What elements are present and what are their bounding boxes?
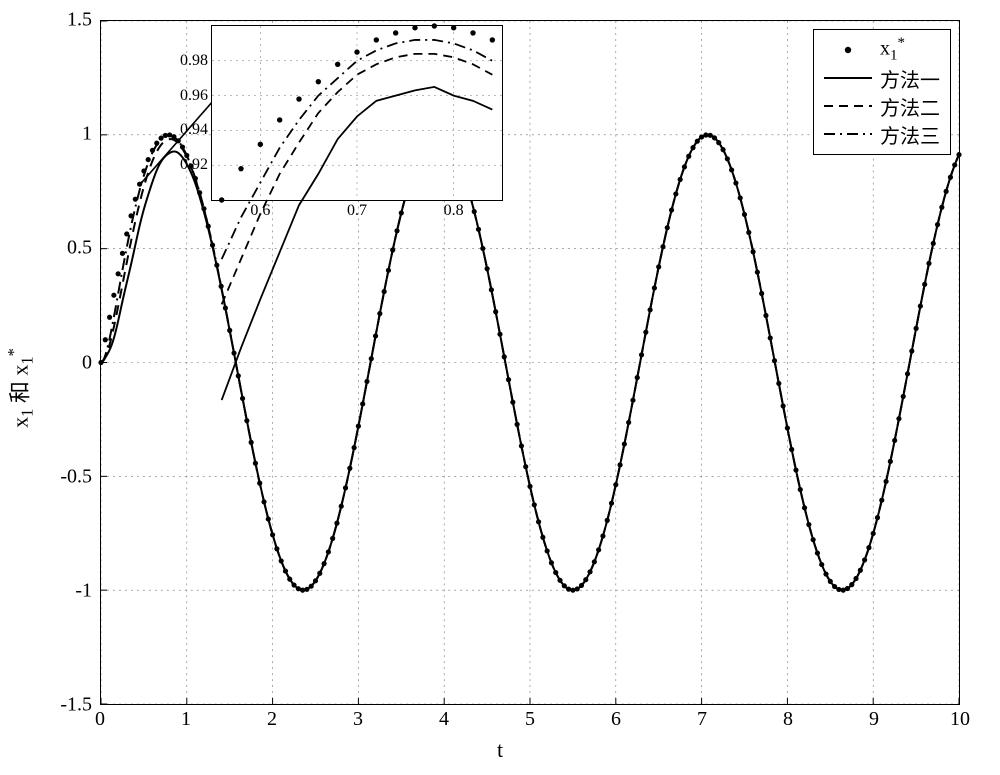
dashdot-line-icon: [822, 124, 874, 144]
chart-container: x1 和 x1* t 1.5 1 0.5 0 -0.5 -1 -1.5 0 1 …: [0, 0, 1000, 775]
y-tick: 0: [12, 351, 92, 374]
dashed-line-icon: [822, 96, 874, 116]
x-tick: 2: [252, 708, 292, 731]
y-tick: -0.5: [12, 465, 92, 488]
x-axis-label: t: [497, 737, 503, 763]
inset-x-tick: 0.6: [250, 200, 270, 220]
inset-y-tick: 0.92: [180, 156, 212, 174]
legend-label: 方法三: [880, 120, 940, 149]
legend-label: 方法二: [880, 92, 940, 121]
legend-label: 方法一: [880, 64, 940, 93]
inset-y-tick: 0.94: [180, 121, 212, 139]
inset-x-tick: 0.7: [347, 200, 367, 220]
x-tick: 10: [940, 708, 980, 731]
y-tick: -1: [12, 579, 92, 602]
x-tick: 7: [682, 708, 722, 731]
x-tick: 4: [424, 708, 464, 731]
y-tick: 1: [12, 123, 92, 146]
x-tick: 5: [510, 708, 550, 731]
x-tick: 8: [768, 708, 808, 731]
legend-entry-method3: 方法三: [822, 120, 940, 148]
x-tick: 9: [854, 708, 894, 731]
legend-entry-method1: 方法一: [822, 64, 940, 92]
main-plot-area: 0.98 0.96 0.94 0.92 0.6 0.7 0.8 x1*: [100, 20, 960, 705]
legend-entry-x1star: x1*: [822, 36, 940, 64]
legend: x1* 方法一 方法二 方法三: [813, 29, 951, 155]
solid-line-icon: [822, 68, 874, 88]
inset-plot-svg: [212, 26, 502, 200]
x-tick: 0: [80, 708, 120, 731]
x-tick: 6: [596, 708, 636, 731]
legend-entry-method2: 方法二: [822, 92, 940, 120]
legend-label: x1*: [880, 35, 905, 65]
x-tick: 3: [338, 708, 378, 731]
inset-y-tick: 0.98: [180, 52, 212, 70]
y-tick: 1.5: [12, 9, 92, 32]
dot-marker-icon: [822, 40, 874, 60]
inset-y-tick: 0.96: [180, 87, 212, 105]
inset-plot-area: 0.98 0.96 0.94 0.92 0.6 0.7 0.8: [211, 25, 503, 201]
inset-x-tick: 0.8: [444, 200, 464, 220]
y-tick: 0.5: [12, 237, 92, 260]
x-tick: 1: [166, 708, 206, 731]
